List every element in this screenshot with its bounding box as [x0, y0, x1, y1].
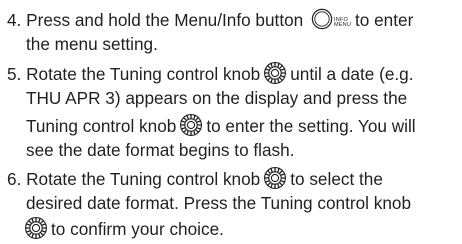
tuning-knob-icon [179, 113, 203, 137]
step-6-text-4: to confirm your choice. [51, 219, 224, 239]
step-5-line-3: Tuning control knob to enter the setting.… [26, 114, 416, 139]
step-4-line-2: the menu setting. [26, 32, 158, 56]
menu-info-button-icon [311, 8, 333, 30]
step-5-number: 5. [7, 64, 22, 84]
instruction-page: 4. Press and hold the Menu/Info button I… [0, 0, 462, 244]
step-5-line-2: THU APR 3) appears on the display and pr… [26, 86, 407, 110]
step-6-text-2: to select the [290, 169, 383, 189]
tuning-knob-icon [24, 216, 48, 240]
step-4-text-2: to enter [355, 10, 414, 30]
menu-info-caption: INFO MENU [334, 17, 352, 29]
step-5-line-1: 5. Rotate the Tuning control knob until a… [7, 62, 414, 87]
step-4-text-3: the menu setting. [26, 34, 158, 54]
step-5-line-4: see the date format begins to flash. [26, 138, 294, 162]
step-6-line-1: 6. Rotate the Tuning control knob to sele… [7, 167, 383, 192]
step-5-text-5: to enter the setting. You will [206, 116, 416, 136]
step-6-line-2: desired date format. Press the Tuning co… [26, 191, 411, 215]
step-6-text-1: Rotate the Tuning control knob [26, 169, 261, 189]
tuning-knob-icon [263, 166, 287, 190]
menu-info-caption-bottom: MENU [334, 22, 352, 29]
step-4-line-1: 4. Press and hold the Menu/Info button I… [7, 8, 413, 32]
step-4-number: 4. [7, 10, 22, 30]
step-5-text-6: see the date format begins to flash. [26, 140, 295, 160]
tuning-knob-icon [263, 61, 287, 85]
step-5-text-4: Tuning control knob [26, 116, 177, 136]
step-5-text-2: until a date (e.g. [290, 64, 414, 84]
step-6-text-3: desired date format. Press the Tuning co… [26, 193, 412, 213]
step-5-text-3: THU APR 3) appears on the display and pr… [26, 88, 408, 108]
step-5-text-1: Rotate the Tuning control knob [26, 64, 261, 84]
step-6-line-3: to confirm your choice. [24, 217, 224, 242]
step-4-text-1: Press and hold the Menu/Info button [26, 10, 304, 30]
step-6-number: 6. [7, 169, 22, 189]
